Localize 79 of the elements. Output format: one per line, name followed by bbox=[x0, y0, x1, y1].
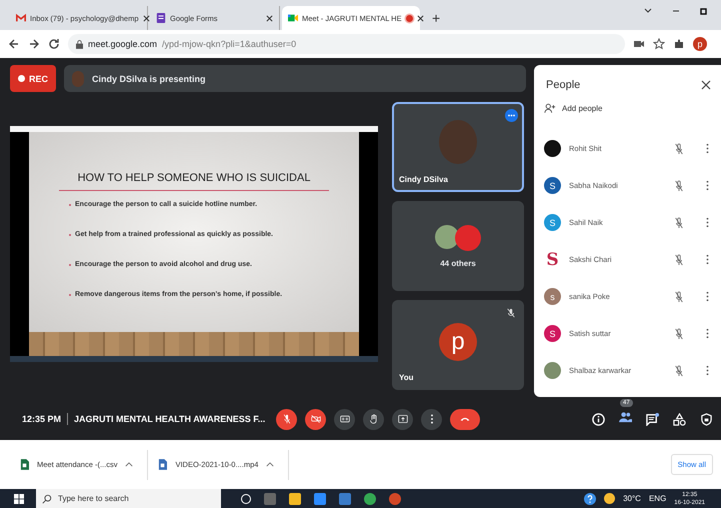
participant-tile[interactable]: p You bbox=[392, 300, 524, 390]
participant-name: You bbox=[399, 373, 414, 382]
more-vertical-icon[interactable] bbox=[706, 328, 709, 339]
muted-mic-icon bbox=[506, 308, 516, 318]
search-icon bbox=[42, 494, 52, 504]
windows-start-icon[interactable] bbox=[14, 494, 24, 504]
close-icon[interactable] bbox=[701, 80, 711, 90]
hand-button[interactable] bbox=[363, 408, 384, 430]
shapes-icon[interactable] bbox=[673, 412, 686, 426]
presenting-text: Cindy DSilva is presenting bbox=[92, 74, 206, 84]
chat-icon[interactable] bbox=[646, 412, 659, 426]
avatar-placeholder bbox=[455, 224, 481, 250]
more-button[interactable] bbox=[421, 408, 442, 430]
slide-title: HOW TO HELP SOMEONE WHO IS SUICIDAL bbox=[76, 172, 312, 184]
add-people-button[interactable]: Add people bbox=[534, 99, 612, 118]
avatar-logo: S bbox=[545, 251, 560, 268]
language-indicator[interactable]: ENG bbox=[648, 494, 666, 503]
info-icon[interactable] bbox=[592, 412, 605, 426]
panel-title: People bbox=[546, 79, 580, 91]
avatar: p bbox=[439, 323, 477, 361]
restore-icon[interactable] bbox=[699, 6, 709, 16]
avatar-placeholder bbox=[435, 224, 459, 248]
temperature: 30°C bbox=[623, 494, 641, 503]
shield-lock-icon[interactable] bbox=[700, 412, 713, 426]
captions-icon bbox=[340, 414, 350, 424]
lock-icon bbox=[76, 40, 83, 48]
meeting-title: JAGRUTI MENTAL HEALTH AWARENESS F... bbox=[74, 414, 266, 424]
file-icon bbox=[158, 459, 168, 470]
avatar: S bbox=[544, 177, 561, 194]
avatar: s bbox=[544, 288, 561, 305]
end-button[interactable] bbox=[450, 408, 480, 430]
help-icon[interactable] bbox=[584, 492, 596, 504]
participant-tile[interactable]: 44 others bbox=[392, 201, 524, 291]
close-icon[interactable] bbox=[142, 14, 150, 22]
more-vertical-icon[interactable] bbox=[706, 143, 709, 154]
avatar-placeholder bbox=[439, 120, 477, 164]
add-person-icon bbox=[544, 103, 556, 114]
video-camera-icon bbox=[288, 13, 298, 23]
weather-icon[interactable] bbox=[604, 493, 616, 504]
mail-icon bbox=[16, 13, 26, 23]
camera-button[interactable] bbox=[305, 408, 326, 430]
participant-tile[interactable]: Cindy DSilva bbox=[392, 102, 524, 192]
others-count: 44 others bbox=[440, 258, 476, 268]
more-vertical-icon[interactable] bbox=[706, 254, 709, 265]
meeting-time: 12:35 PM bbox=[22, 414, 62, 424]
close-icon[interactable] bbox=[266, 14, 273, 22]
more-vertical-icon[interactable] bbox=[706, 365, 709, 376]
present-button[interactable] bbox=[392, 408, 414, 430]
file-icon bbox=[20, 459, 29, 470]
reload-icon[interactable] bbox=[48, 38, 60, 50]
star-icon[interactable] bbox=[653, 38, 665, 50]
camera-icon[interactable] bbox=[633, 38, 645, 50]
mic-button[interactable] bbox=[276, 408, 298, 430]
more-vertical-icon[interactable] bbox=[706, 217, 709, 228]
close-icon[interactable] bbox=[416, 14, 424, 22]
back-icon[interactable] bbox=[8, 38, 20, 50]
captions-button[interactable] bbox=[334, 408, 356, 430]
avatar-icon bbox=[72, 70, 84, 86]
caret-up-icon bbox=[125, 462, 134, 467]
muted-mic-icon bbox=[282, 414, 292, 424]
recording-badge: REC bbox=[10, 65, 56, 92]
avatar: S bbox=[544, 214, 561, 231]
present-screen-icon bbox=[398, 414, 408, 424]
more-vertical-icon[interactable] bbox=[706, 180, 709, 191]
taskbar-search-field[interactable]: Type here to search bbox=[36, 489, 221, 508]
people-icon[interactable] bbox=[619, 410, 632, 423]
camera-off-icon bbox=[310, 414, 321, 424]
avatar: S bbox=[544, 325, 561, 342]
hand-icon bbox=[368, 414, 379, 424]
recording-icon bbox=[406, 14, 413, 22]
address-bar[interactable]: meet.google.com /ypd-mjow-qkn?pli=1&authuser=0 bbox=[68, 34, 625, 54]
participant-name: Cindy DSilva bbox=[399, 175, 448, 184]
forward-icon[interactable] bbox=[28, 38, 40, 50]
more-vertical-icon[interactable] bbox=[706, 291, 709, 302]
caret-up-icon bbox=[266, 462, 274, 467]
form-icon bbox=[156, 13, 166, 23]
more-icon[interactable] bbox=[505, 109, 518, 122]
new-tab-button[interactable]: + bbox=[426, 10, 446, 30]
profile-avatar[interactable]: p bbox=[693, 37, 707, 51]
